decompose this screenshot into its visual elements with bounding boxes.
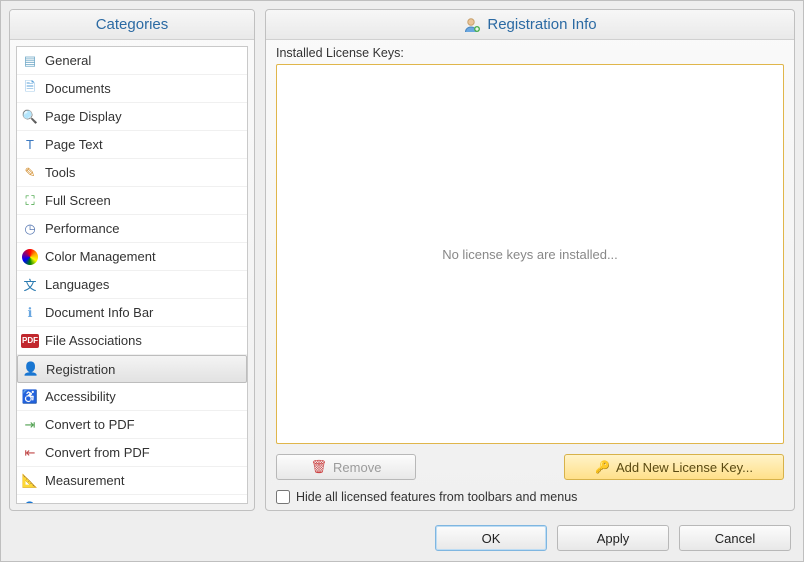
identity-icon: 👤 bbox=[21, 500, 39, 505]
installed-keys-label: Installed License Keys: bbox=[276, 46, 784, 60]
category-label: Registration bbox=[46, 362, 242, 377]
key-plus-icon: 🔑 bbox=[595, 460, 610, 474]
category-page-text[interactable]: T Page Text bbox=[17, 131, 247, 159]
category-label: General bbox=[45, 53, 243, 68]
color-wheel-icon bbox=[21, 248, 39, 266]
category-label: Performance bbox=[45, 221, 243, 236]
languages-icon: 文 bbox=[21, 276, 39, 294]
apply-button[interactable]: Apply bbox=[557, 525, 669, 551]
page-text-icon: T bbox=[21, 136, 39, 154]
categories-title: Categories bbox=[10, 10, 254, 40]
categories-list[interactable]: ▤ General 🗎 Documents 🔍 Page Display T P… bbox=[16, 46, 248, 504]
accessibility-icon: ♿ bbox=[21, 388, 39, 406]
ok-button[interactable]: OK bbox=[435, 525, 547, 551]
category-measurement[interactable]: 📐 Measurement bbox=[17, 467, 247, 495]
category-label: File Associations bbox=[45, 333, 243, 348]
empty-state-text: No license keys are installed... bbox=[442, 247, 618, 262]
person-plus-icon bbox=[463, 16, 481, 34]
fullscreen-icon: ⛶ bbox=[21, 192, 39, 210]
ruler-icon: 📐 bbox=[21, 472, 39, 490]
category-languages[interactable]: 文 Languages bbox=[17, 271, 247, 299]
category-label: Document Info Bar bbox=[45, 305, 243, 320]
category-label: Full Screen bbox=[45, 193, 243, 208]
category-accessibility[interactable]: ♿ Accessibility bbox=[17, 383, 247, 411]
category-convert-to-pdf[interactable]: ⇥ Convert to PDF bbox=[17, 411, 247, 439]
gear-page-icon: ▤ bbox=[21, 52, 39, 70]
category-label: Documents bbox=[45, 81, 243, 96]
dialog-buttons: OK Apply Cancel bbox=[435, 525, 791, 551]
category-documents[interactable]: 🗎 Documents bbox=[17, 75, 247, 103]
category-label: Convert from PDF bbox=[45, 445, 243, 460]
category-label: Color Management bbox=[45, 249, 243, 264]
category-full-screen[interactable]: ⛶ Full Screen bbox=[17, 187, 247, 215]
trash-icon: 🗑 bbox=[311, 459, 328, 475]
category-label: Tools bbox=[45, 165, 243, 180]
info-icon: ℹ bbox=[21, 304, 39, 322]
hide-features-label: Hide all licensed features from toolbars… bbox=[296, 490, 577, 504]
cancel-button[interactable]: Cancel bbox=[679, 525, 791, 551]
person-plus-icon: 👤 bbox=[22, 360, 40, 378]
category-label: Languages bbox=[45, 277, 243, 292]
license-keys-list[interactable]: No license keys are installed... bbox=[276, 64, 784, 444]
tools-icon: ✎ bbox=[21, 164, 39, 182]
add-button-label: Add New License Key... bbox=[616, 460, 753, 475]
category-color-management[interactable]: Color Management bbox=[17, 243, 247, 271]
registration-panel: Registration Info Installed License Keys… bbox=[265, 9, 795, 511]
category-identity[interactable]: 👤 Identity bbox=[17, 495, 247, 504]
documents-icon: 🗎 bbox=[21, 80, 39, 98]
add-license-key-button[interactable]: 🔑 Add New License Key... bbox=[564, 454, 784, 480]
category-label: Identity bbox=[45, 501, 243, 504]
remove-button-label: Remove bbox=[333, 460, 381, 475]
categories-panel: Categories ▤ General 🗎 Documents 🔍 Page … bbox=[9, 9, 255, 511]
category-file-associations[interactable]: PDF File Associations bbox=[17, 327, 247, 355]
performance-icon: ◷ bbox=[21, 220, 39, 238]
panel-title: Registration Info bbox=[487, 16, 596, 33]
panel-title-bar: Registration Info bbox=[266, 10, 794, 40]
pdf-icon: PDF bbox=[21, 332, 39, 350]
category-label: Measurement bbox=[45, 473, 243, 488]
hide-features-checkbox[interactable] bbox=[276, 490, 290, 504]
convert-from-icon: ⇤ bbox=[21, 444, 39, 462]
page-display-icon: 🔍 bbox=[21, 108, 39, 126]
category-label: Convert to PDF bbox=[45, 417, 243, 432]
category-document-info-bar[interactable]: ℹ Document Info Bar bbox=[17, 299, 247, 327]
category-performance[interactable]: ◷ Performance bbox=[17, 215, 247, 243]
category-general[interactable]: ▤ General bbox=[17, 47, 247, 75]
remove-button[interactable]: 🗑 Remove bbox=[276, 454, 416, 480]
category-page-display[interactable]: 🔍 Page Display bbox=[17, 103, 247, 131]
category-tools[interactable]: ✎ Tools bbox=[17, 159, 247, 187]
category-label: Accessibility bbox=[45, 389, 243, 404]
category-label: Page Text bbox=[45, 137, 243, 152]
convert-to-icon: ⇥ bbox=[21, 416, 39, 434]
category-convert-from-pdf[interactable]: ⇤ Convert from PDF bbox=[17, 439, 247, 467]
category-label: Page Display bbox=[45, 109, 243, 124]
hide-features-checkbox-row[interactable]: Hide all licensed features from toolbars… bbox=[276, 490, 784, 504]
category-registration[interactable]: 👤 Registration bbox=[17, 355, 247, 383]
